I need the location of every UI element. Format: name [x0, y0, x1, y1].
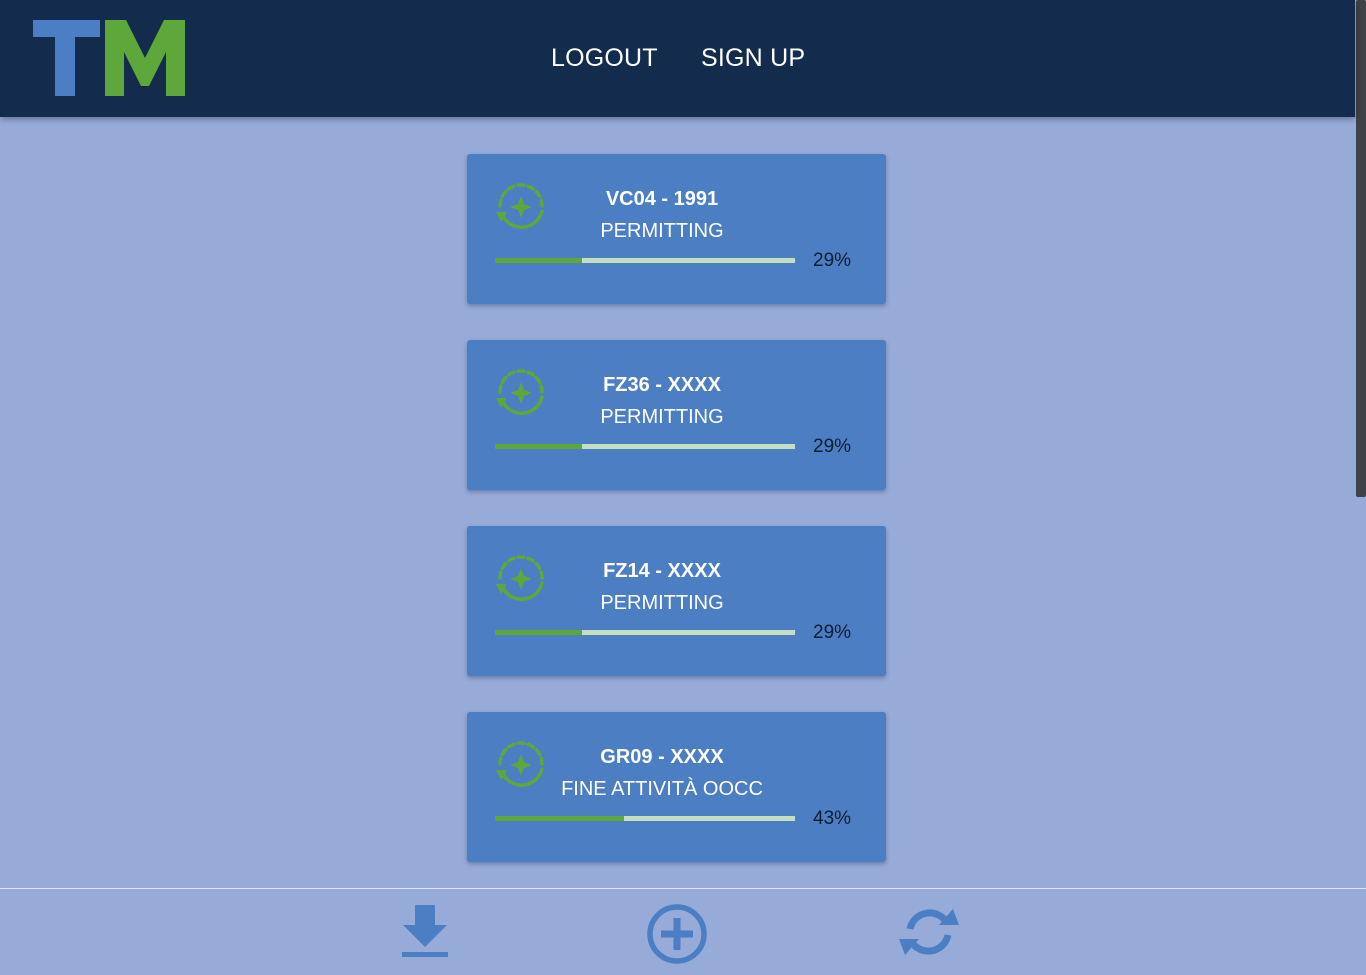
project-card[interactable]: FZ14 - XXXX PERMITTING 29% [467, 526, 886, 676]
progress-bar [495, 258, 795, 263]
project-title: FZ14 - XXXX [603, 560, 721, 582]
progress-fill [495, 816, 624, 821]
logout-link[interactable]: LOGOUT [551, 44, 658, 73]
progress-percent: 29% [813, 250, 852, 271]
progress-fill [495, 258, 582, 263]
project-card[interactable]: GR09 - XXXX FINE ATTIVITÀ OOCC 43% [467, 712, 886, 862]
add-circle-icon[interactable] [646, 903, 708, 965]
project-status: PERMITTING [600, 220, 724, 242]
tm-logo[interactable]: TM [33, 20, 185, 96]
progress-bar [495, 816, 795, 821]
progress-fill [495, 444, 582, 449]
bottom-toolbar [0, 888, 1366, 975]
progress-fill [495, 630, 582, 635]
progress-percent: 29% [813, 436, 852, 457]
progress-bar [495, 444, 795, 449]
progress-bar [495, 630, 795, 635]
app-header: TM LOGOUT SIGN UP [0, 0, 1355, 117]
download-icon[interactable] [402, 905, 448, 959]
progress-percent: 43% [813, 808, 852, 829]
project-title: FZ36 - XXXX [603, 374, 721, 396]
project-status: FINE ATTIVITÀ OOCC [561, 778, 763, 800]
scrollbar-thumb[interactable] [1356, 0, 1366, 497]
project-card[interactable]: VC04 - 1991 PERMITTING 29% [467, 154, 886, 304]
refresh-icon[interactable] [895, 905, 963, 959]
progress-percent: 29% [813, 622, 852, 643]
project-status: PERMITTING [600, 406, 724, 428]
project-title: GR09 - XXXX [600, 746, 724, 768]
project-title: VC04 - 1991 [605, 188, 719, 210]
project-card[interactable]: FZ36 - XXXX PERMITTING 29% [467, 340, 886, 490]
sign-up-link[interactable]: SIGN UP [701, 44, 805, 73]
project-status: PERMITTING [600, 592, 724, 614]
